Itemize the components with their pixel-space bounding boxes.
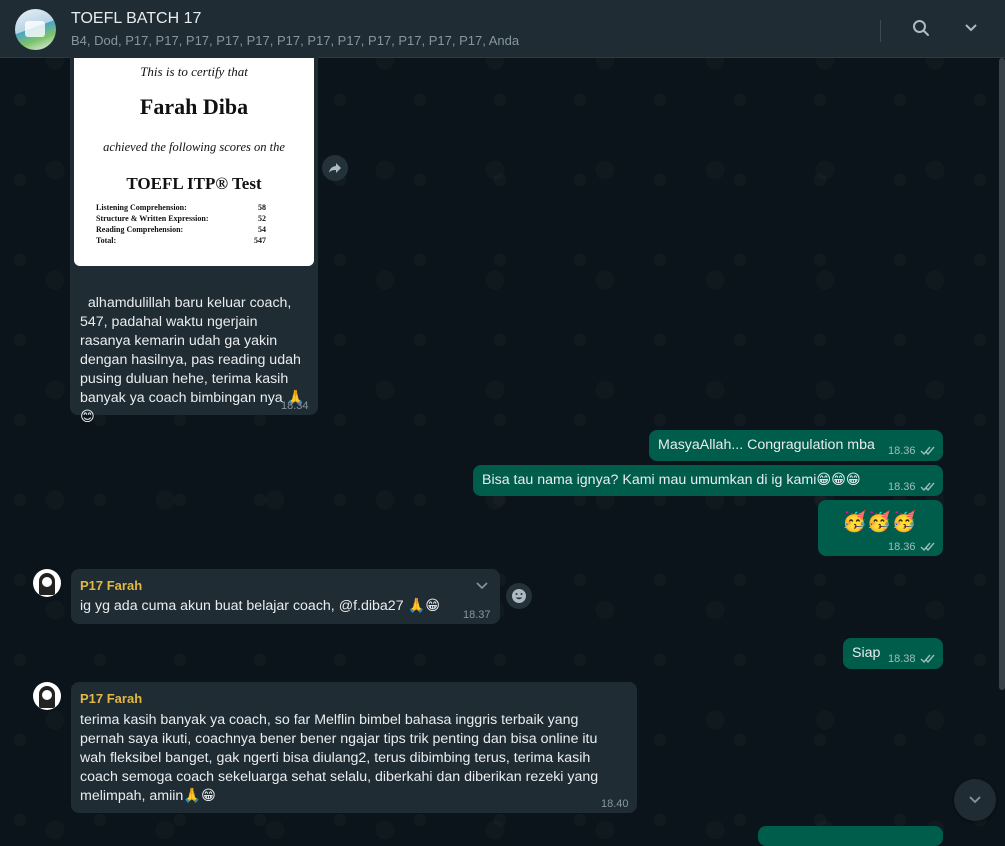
message-body: alhamdulillah baru keluar coach, 547, pa…: [80, 295, 305, 406]
score-value: 58: [258, 203, 266, 212]
message-incoming[interactable]: P17 Farah ig yg ada cuma akun buat belaj…: [71, 569, 500, 624]
score-label: Reading Comprehension:: [96, 225, 184, 234]
message-time: 18.37: [463, 609, 491, 621]
scrollbar[interactable]: [999, 58, 1005, 690]
message-text: Siap: [852, 645, 881, 661]
message-time: 18.40: [601, 798, 629, 810]
avatar[interactable]: [33, 682, 61, 710]
double-check-icon: [920, 654, 935, 664]
group-avatar[interactable]: [15, 9, 56, 50]
score-value: 547: [254, 236, 266, 245]
sender-name[interactable]: P17 Farah: [80, 578, 142, 593]
message-text: MasyaAllah... Congragulation mba: [658, 437, 875, 453]
message-outgoing-partial[interactable]: [758, 826, 943, 846]
message-text: Bisa tau nama ignya? Kami mau umumkan di…: [482, 472, 861, 488]
message-outgoing[interactable]: MasyaAllah... Congragulation mba 18.36: [649, 430, 943, 461]
message-time: 18.38: [888, 653, 916, 665]
certificate-scores: Listening Comprehension: 58 Structure & W…: [96, 202, 266, 246]
double-check-icon: [920, 446, 935, 456]
chevron-down-icon: [969, 796, 981, 804]
score-value: 52: [258, 214, 266, 223]
message-outgoing-emoji[interactable]: 🥳🥳🥳 18.36: [818, 500, 943, 556]
group-title[interactable]: TOEFL BATCH 17: [71, 10, 201, 28]
message-emoji: 😊: [80, 409, 95, 425]
emoji-reaction-icon[interactable]: [506, 583, 532, 609]
certificate-name: Farah Diba: [139, 94, 249, 119]
search-icon[interactable]: [909, 16, 933, 40]
message-time: 18.36: [888, 445, 916, 457]
score-value: 54: [258, 225, 266, 234]
certificate-line: achieved the following scores on the: [103, 140, 285, 154]
message-time: 18.34: [281, 400, 309, 412]
scroll-down-button[interactable]: [954, 779, 996, 821]
message-text: ig yg ada cuma akun buat belajar coach, …: [80, 598, 440, 614]
avatar[interactable]: [33, 569, 61, 597]
message-incoming[interactable]: P17 Farah terima kasih banyak ya coach, …: [71, 682, 637, 813]
group-members[interactable]: B4, Dod, P17, P17, P17, P17, P17, P17, P…: [71, 33, 519, 48]
message-outgoing[interactable]: Bisa tau nama ignya? Kami mau umumkan di…: [473, 465, 943, 496]
message-outgoing[interactable]: Siap 18.38: [843, 638, 943, 669]
message-emoji: 🥳🥳🥳: [842, 511, 917, 533]
message-menu-chevron-icon[interactable]: [475, 578, 489, 596]
double-check-icon: [920, 482, 935, 492]
message-time: 18.36: [888, 481, 916, 493]
certificate-line: This is to certify that: [140, 64, 248, 79]
double-check-icon: [920, 542, 935, 552]
forward-icon[interactable]: [322, 155, 348, 181]
score-label: Total:: [96, 236, 117, 245]
chevron-down-icon[interactable]: [959, 16, 983, 40]
header-divider: [880, 20, 881, 42]
message-time: 18.36: [888, 541, 916, 553]
message-text: alhamdulillah baru keluar coach, 547, pa…: [80, 275, 310, 427]
score-label: Listening Comprehension:: [96, 203, 187, 212]
certificate-test: TOEFL ITP® Test: [126, 174, 262, 193]
sender-name[interactable]: P17 Farah: [80, 691, 142, 706]
certificate-image[interactable]: This is to certify that Farah Diba achie…: [74, 58, 314, 266]
message-text: terima kasih banyak ya coach, so far Mel…: [80, 712, 603, 804]
score-label: Structure & Written Expression:: [96, 214, 209, 223]
